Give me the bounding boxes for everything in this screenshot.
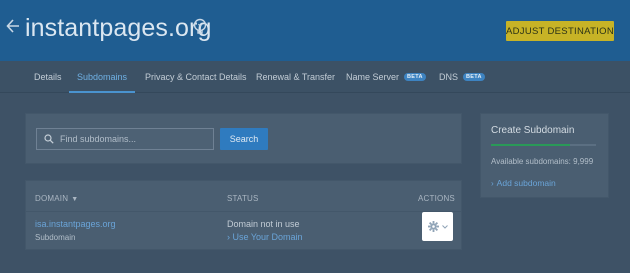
tab-subdomains[interactable]: Subdomains [69,61,135,93]
progress-bar-used [491,144,570,146]
link-label: Use Your Domain [232,232,303,242]
tab-label: Subdomains [76,72,128,82]
tab-privacy-contact[interactable]: Privacy & Contact Details [145,61,247,93]
link-label: Add subdomain [496,178,556,188]
chevron-right-icon: › [227,232,230,242]
tab-details[interactable]: Details [34,61,62,93]
search-input[interactable] [60,134,210,144]
column-label: DOMAIN [35,194,69,203]
tab-label: Privacy & Contact Details [145,72,247,82]
chevron-right-icon: › [491,179,494,188]
use-your-domain-link[interactable]: › Use Your Domain [227,232,303,242]
gear-icon [427,221,439,232]
tab-label: Renewal & Transfer [256,72,336,82]
tab-renewal-transfer[interactable]: Renewal & Transfer [256,61,335,93]
adjust-destination-button[interactable]: ADJUST DESTINATION [506,21,614,41]
tab-label: DNS [439,72,459,82]
beta-badge: BETA [404,73,426,81]
divider [26,211,461,212]
status-text: Domain not in use [227,219,300,229]
tab-label: Details [34,72,62,82]
column-header-status: STATUS [227,194,259,203]
create-subdomain-panel: Create Subdomain Available subdomains: 9… [480,113,609,198]
search-button[interactable]: Search [220,128,268,150]
subdomains-table: DOMAIN ▼ STATUS ACTIONS isa.instantpages.… [25,180,462,250]
subdomain-type: Subdomain [35,233,76,242]
sort-down-icon: ▼ [71,196,79,203]
row-actions-button[interactable] [422,212,453,241]
page-title: instantpages.org [25,14,212,42]
available-subdomains: Available subdomains: 9,999 [491,157,594,166]
progress-bar-remaining [570,144,596,146]
search-field[interactable] [36,128,214,150]
tab-label: Name Server [346,72,400,82]
tab-dns[interactable]: DNS BETA [439,61,485,93]
lightbulb-icon[interactable] [193,18,207,36]
search-panel: Search [25,113,462,164]
tab-name-server[interactable]: Name Server BETA [346,61,426,93]
tab-bar: Details Subdomains Privacy & Contact Det… [0,61,630,93]
add-subdomain-link[interactable]: › Add subdomain [491,178,556,188]
chevron-down-icon [441,224,448,229]
column-header-domain[interactable]: DOMAIN ▼ [35,194,78,203]
beta-badge: BETA [463,73,485,81]
search-icon [44,134,54,144]
create-subdomain-title: Create Subdomain [491,125,575,136]
arrow-left-icon[interactable] [6,18,20,34]
column-header-actions: ACTIONS [418,194,455,203]
subdomain-link[interactable]: isa.instantpages.org [35,219,116,229]
domain-header: instantpages.org ADJUST DESTINATION [0,0,630,61]
